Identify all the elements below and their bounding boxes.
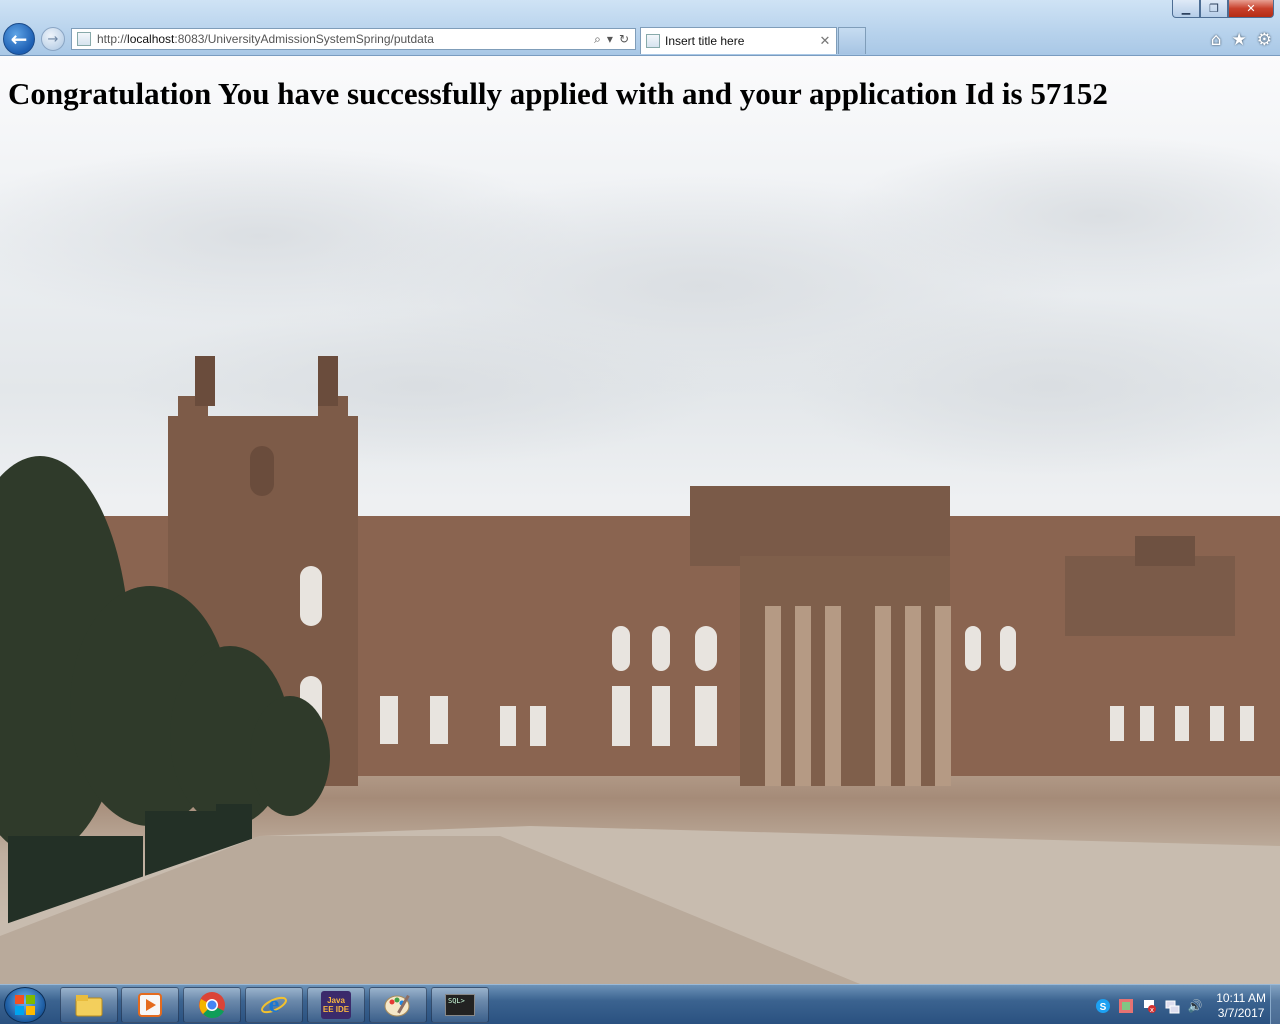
system-clock[interactable]: 10:11 AM 3/7/2017 xyxy=(1216,991,1266,1021)
clock-date: 3/7/2017 xyxy=(1217,1006,1265,1020)
windows-taskbar: e Java EE IDE SQL> S x 🔊 10:11 AM 3/7/20… xyxy=(0,984,1280,1024)
windows-logo-icon xyxy=(15,995,35,1015)
palace-photograph xyxy=(0,356,1280,984)
back-button[interactable]: ← xyxy=(3,23,35,55)
search-icon[interactable]: ⌕ xyxy=(594,32,601,47)
taskbar-internet-explorer[interactable]: e xyxy=(245,987,303,1023)
home-icon[interactable]: ⌂ xyxy=(1211,30,1222,50)
taskbar-sqlplus[interactable]: SQL> xyxy=(431,987,489,1023)
sqlplus-icon: SQL> xyxy=(445,994,475,1016)
java-ee-ide-icon: Java EE IDE xyxy=(321,991,351,1019)
restore-button[interactable]: ❐ xyxy=(1200,0,1228,18)
network-icon[interactable] xyxy=(1164,998,1180,1014)
tab-close-icon[interactable]: ✕ xyxy=(818,34,832,49)
tab-active[interactable]: Insert title here ✕ xyxy=(640,27,837,54)
close-button[interactable]: ✕ xyxy=(1228,0,1274,18)
url-host: localhost xyxy=(127,32,175,46)
file-explorer-icon xyxy=(75,995,103,1017)
show-desktop-button[interactable] xyxy=(1270,985,1280,1024)
forward-button[interactable]: → xyxy=(41,27,65,51)
taskbar-file-explorer[interactable] xyxy=(60,987,118,1023)
url-text[interactable]: http://localhost:8083/UniversityAdmissio… xyxy=(97,32,594,46)
action-center-flag-icon[interactable]: x xyxy=(1141,998,1157,1014)
paint-icon xyxy=(384,994,410,1017)
app-tray-icon[interactable] xyxy=(1118,998,1134,1014)
refresh-icon[interactable]: ↻ xyxy=(619,32,629,47)
dropdown-icon[interactable]: ▾ xyxy=(607,32,613,47)
minimize-button[interactable]: ▁ xyxy=(1172,0,1200,18)
start-button[interactable] xyxy=(4,987,46,1023)
window-controls: ▁ ❐ ✕ xyxy=(1172,0,1274,18)
svg-text:x: x xyxy=(1150,1006,1154,1014)
favorites-star-icon[interactable]: ★ xyxy=(1232,30,1247,50)
internet-explorer-icon: e xyxy=(261,992,287,1018)
taskbar-media-player[interactable] xyxy=(121,987,179,1023)
svg-text:e: e xyxy=(269,992,280,1018)
tab-title: Insert title here xyxy=(665,34,745,48)
browser-chrome: ▁ ❐ ✕ ← → http://localhost:8083/Universi… xyxy=(0,0,1280,56)
page-content: Congratulation You have successfully app… xyxy=(0,56,1280,984)
skype-icon[interactable]: S xyxy=(1095,998,1111,1014)
back-arrow-icon: ← xyxy=(10,27,28,51)
new-tab-button[interactable] xyxy=(838,27,866,54)
chrome-icon xyxy=(199,992,225,1019)
media-player-icon xyxy=(138,993,162,1017)
address-bar[interactable]: http://localhost:8083/UniversityAdmissio… xyxy=(71,28,636,50)
url-scheme: http:// xyxy=(97,32,128,46)
taskbar-paint[interactable] xyxy=(369,987,427,1023)
forward-arrow-icon: → xyxy=(47,31,59,47)
taskbar-java-ee-ide[interactable]: Java EE IDE xyxy=(307,987,365,1023)
success-message-heading: Congratulation You have successfully app… xyxy=(8,76,1108,111)
page-icon xyxy=(77,32,91,46)
svg-text:S: S xyxy=(1100,1002,1107,1013)
system-tray: S x 🔊 10:11 AM 3/7/2017 xyxy=(1095,991,1266,1021)
tools-gear-icon[interactable]: ⚙ xyxy=(1257,30,1272,50)
url-path: :8083/UniversityAdmissionSystemSpring/pu… xyxy=(174,32,434,46)
taskbar-chrome[interactable] xyxy=(183,987,241,1023)
clock-time: 10:11 AM xyxy=(1216,991,1266,1005)
volume-icon[interactable]: 🔊 xyxy=(1187,998,1203,1014)
tab-page-icon xyxy=(646,34,660,48)
